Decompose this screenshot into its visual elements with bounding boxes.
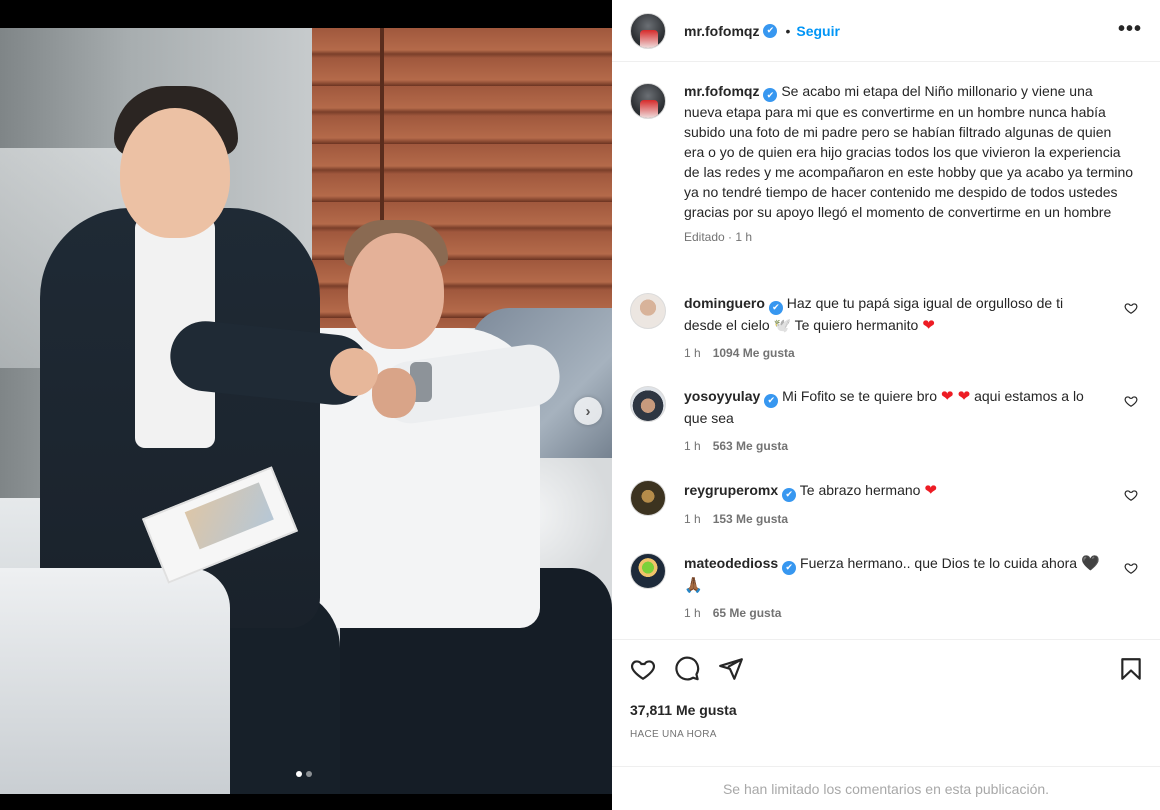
comments-limited-notice: Se han limitado los comentarios en esta …	[612, 766, 1160, 810]
author-username[interactable]: mr.fofomqz	[684, 23, 759, 39]
commenter-username[interactable]: dominguero	[684, 295, 765, 311]
verified-badge-icon: ✔	[763, 88, 778, 102]
comment-like-heart-icon[interactable]	[1124, 561, 1138, 575]
comment-like-count[interactable]: 563 Me gusta	[713, 439, 788, 453]
like-heart-icon[interactable]	[630, 656, 656, 682]
commenter-username[interactable]: yosoyyulay	[684, 388, 760, 404]
commenter-username[interactable]: mateodedioss	[684, 555, 778, 571]
verified-badge-icon: ✔	[768, 300, 783, 315]
verified-badge-icon: ✔	[764, 393, 779, 408]
red-heart-emoji: ❤	[922, 316, 935, 334]
comment-text: Mi Fofito se te quiere bro	[782, 388, 938, 404]
share-send-icon[interactable]	[718, 656, 744, 682]
comment-like-heart-icon[interactable]	[1124, 301, 1138, 315]
carousel-dot	[306, 771, 312, 777]
comment-item: yosoyyulay ✔ Mi Fofito se te quiere bro ❤…	[630, 386, 1150, 453]
comment-like-count[interactable]: 153 Me gusta	[713, 512, 788, 526]
carousel-next-button[interactable]: ›	[574, 397, 602, 425]
comment-meta: 1 h 65 Me gusta	[684, 606, 1104, 620]
comments-section[interactable]: mr.fofomqz ✔ Se acabo mi etapa del Niño m…	[612, 63, 1160, 639]
post-actions: 37,811 Me gusta HACE UNA HORA Se han lim…	[612, 639, 1160, 810]
commenter-avatar[interactable]	[630, 480, 666, 516]
comment-bubble-icon[interactable]	[674, 656, 700, 682]
more-options-icon[interactable]: •••	[1118, 19, 1142, 39]
commenter-avatar[interactable]	[630, 293, 666, 329]
commenter-username[interactable]: reygruperomx	[684, 482, 778, 498]
comment-like-count[interactable]: 1094 Me gusta	[713, 346, 795, 360]
separator-bullet: •	[785, 22, 791, 39]
carousel-dot-active	[296, 771, 302, 777]
carousel-indicator	[296, 771, 312, 777]
comment-text: Te abrazo hermano	[799, 482, 921, 498]
comment-like-heart-icon[interactable]	[1124, 488, 1138, 502]
post-timestamp[interactable]: HACE UNA HORA	[630, 729, 717, 740]
post-header: mr.fofomqz ✔ • Seguir •••	[612, 0, 1160, 62]
comment-meta: 1 h 563 Me gusta	[684, 439, 1104, 453]
commenter-avatar[interactable]	[630, 386, 666, 422]
instagram-post-window: › mr.fofomqz ✔ • Seguir ••• mr.fofomqz ✔	[0, 0, 1160, 810]
red-heart-emoji: ❤	[924, 482, 937, 499]
post-media: ›	[0, 0, 612, 810]
comment-like-count[interactable]: 65 Me gusta	[713, 606, 782, 620]
verified-badge-icon: ✔	[782, 487, 797, 502]
caption-text: Se acabo mi etapa del Niño millonario y …	[684, 83, 1134, 220]
caption-meta: Editado · 1 h	[684, 230, 753, 244]
post-caption: mr.fofomqz ✔ Se acabo mi etapa del Niño m…	[630, 81, 1150, 244]
comment-time[interactable]: 1 h	[684, 512, 701, 526]
commenter-avatar[interactable]	[630, 553, 666, 589]
comment-time[interactable]: 1 h	[684, 346, 701, 360]
verified-badge-icon: ✔	[782, 560, 797, 575]
comment-meta: 1 h 1094 Me gusta	[684, 346, 1104, 360]
comment-time[interactable]: 1 h	[684, 439, 701, 453]
comment-item: dominguero ✔ Haz que tu papá siga igual d…	[630, 293, 1150, 360]
follow-button[interactable]: Seguir	[796, 23, 840, 39]
post-photo	[0, 28, 612, 794]
verified-badge-icon: ✔	[763, 23, 778, 38]
comment-item: reygruperomx ✔ Te abrazo hermano ❤ 1 h 153…	[630, 480, 1150, 526]
comment-time[interactable]: 1 h	[684, 606, 701, 620]
caption-avatar[interactable]	[630, 83, 666, 119]
comment-meta: 1 h 153 Me gusta	[684, 512, 1104, 526]
comment-item: mateodedioss ✔ Fuerza hermano.. que Dios …	[630, 553, 1150, 620]
post-details-panel: mr.fofomqz ✔ • Seguir ••• mr.fofomqz ✔ Se…	[612, 0, 1160, 810]
comment-text: Fuerza hermano.. que Dios te lo cuida ah…	[800, 555, 1078, 571]
author-avatar[interactable]	[630, 12, 666, 49]
red-hearts-emoji: ❤ ❤	[940, 388, 971, 405]
caption-username[interactable]: mr.fofomqz	[684, 83, 759, 99]
save-bookmark-icon[interactable]	[1118, 656, 1144, 682]
post-like-count[interactable]: 37,811 Me gusta	[630, 702, 737, 718]
comment-like-heart-icon[interactable]	[1124, 394, 1138, 408]
